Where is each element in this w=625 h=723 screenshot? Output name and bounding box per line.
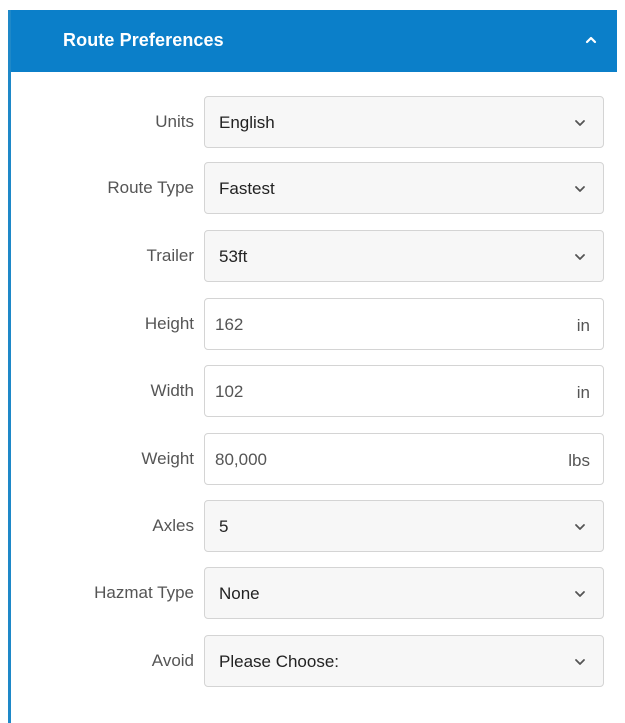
weight-value: 80,000 — [215, 450, 267, 469]
height-row: Height 162 in — [11, 298, 617, 350]
hazmat-type-value: None — [219, 584, 260, 603]
height-value: 162 — [215, 315, 244, 334]
width-value: 102 — [215, 382, 244, 401]
route-preferences-panel: Route Preferences Units English Route Ty… — [8, 10, 617, 723]
units-row: Units English — [11, 96, 617, 148]
avoid-row: Avoid Please Choose: — [11, 635, 617, 687]
weight-unit: lbs — [568, 451, 590, 470]
width-input[interactable]: 102 in — [204, 365, 604, 417]
trailer-value: 53ft — [219, 247, 248, 266]
panel-title: Route Preferences — [63, 30, 224, 50]
route-type-value: Fastest — [219, 179, 275, 198]
width-unit: in — [576, 383, 590, 402]
weight-row: Weight 80,000 lbs — [11, 433, 617, 485]
height-input[interactable]: 162 in — [204, 298, 604, 350]
chevron-down-icon — [575, 186, 585, 192]
axles-value: 5 — [219, 517, 229, 536]
axles-label: Axles — [152, 516, 194, 535]
trailer-row: Trailer 53ft — [11, 230, 617, 282]
chevron-down-icon — [575, 591, 585, 597]
width-label: Width — [150, 381, 194, 400]
units-value: English — [219, 113, 275, 132]
chevron-down-icon — [575, 120, 585, 126]
axles-select[interactable]: 5 — [204, 500, 604, 552]
avoid-label: Avoid — [151, 651, 194, 670]
route-type-row: Route Type Fastest — [11, 162, 617, 214]
hazmat-type-label: Hazmat Type — [94, 583, 194, 602]
hazmat-type-row: Hazmat Type None — [11, 567, 617, 619]
hazmat-type-select[interactable]: None — [204, 567, 604, 619]
height-unit: in — [576, 316, 590, 335]
chevron-down-icon — [575, 659, 585, 665]
avoid-value: Please Choose: — [219, 652, 340, 671]
axles-row: Axles 5 — [11, 500, 617, 552]
width-row: Width 102 in — [11, 365, 617, 417]
weight-input[interactable]: 80,000 lbs — [204, 433, 604, 485]
chevron-up-icon[interactable] — [583, 32, 599, 48]
trailer-label: Trailer — [146, 246, 194, 265]
trailer-select[interactable]: 53ft — [204, 230, 604, 282]
units-select[interactable]: English — [204, 96, 604, 148]
avoid-select[interactable]: Please Choose: — [204, 635, 604, 687]
chevron-down-icon — [575, 524, 585, 530]
route-type-label: Route Type — [107, 178, 194, 197]
panel-header[interactable]: Route Preferences — [11, 10, 617, 72]
units-label: Units — [155, 112, 194, 131]
height-label: Height — [144, 314, 194, 333]
route-type-select[interactable]: Fastest — [204, 162, 604, 214]
chevron-down-icon — [575, 254, 585, 260]
weight-label: Weight — [141, 449, 194, 468]
